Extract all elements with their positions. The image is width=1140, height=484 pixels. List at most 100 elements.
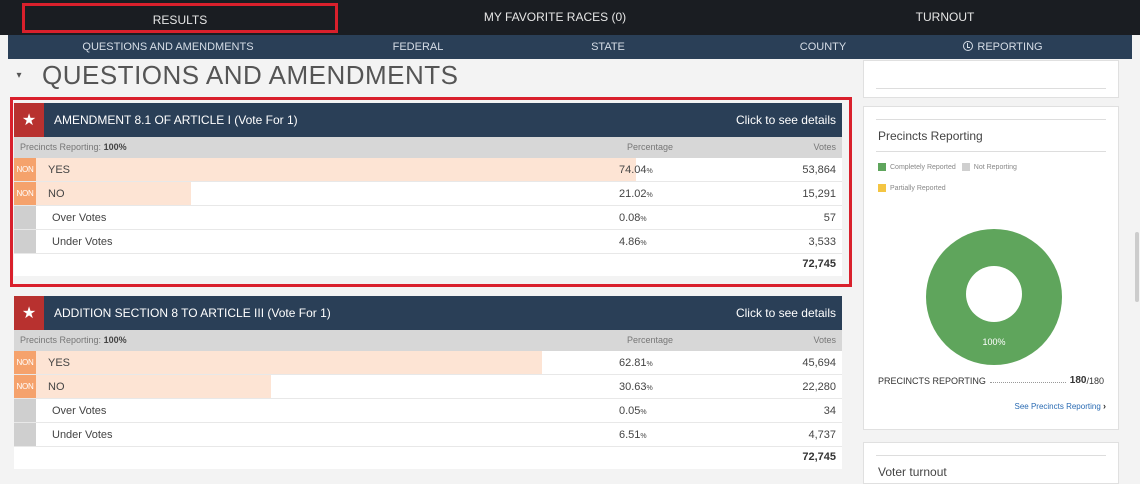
see-details-link[interactable]: Click to see details (736, 113, 842, 127)
choice-votes: 15,291 (802, 188, 836, 200)
reporting-count: 180 (1069, 375, 1087, 386)
result-row: NON YES 62.81% 45,694 (14, 351, 842, 375)
legend: Completely Reported Not Reporting (878, 163, 1017, 171)
party-badge (14, 206, 36, 229)
precincts-value: 100% (103, 142, 127, 152)
see-details-link[interactable]: Click to see details (736, 306, 842, 320)
choice-votes: 3,533 (808, 236, 836, 248)
party-badge: NON (14, 351, 36, 374)
result-bar (14, 182, 191, 205)
race-subheader: Precincts Reporting: 100% Percentage Vot… (14, 330, 842, 351)
tab-turnout[interactable]: TURNOUT (770, 0, 1120, 35)
choice-percentage: 62.81% (619, 357, 653, 369)
votes-header: Votes (813, 142, 836, 152)
favorite-star-icon[interactable]: ★ (14, 296, 44, 330)
section-title: QUESTIONS AND AMENDMENTS (42, 59, 459, 90)
result-row: Over Votes 0.08% 57 (14, 206, 842, 230)
race-name: AMENDMENT 8.1 OF ARTICLE I (Vote For 1) (54, 113, 298, 127)
choice-votes: 34 (823, 405, 836, 417)
sidebar-top-panel (863, 60, 1119, 98)
choice-label: Under Votes (52, 429, 113, 441)
precincts-label: Precincts Reporting: (20, 335, 102, 345)
party-badge: NON (14, 158, 36, 181)
choice-percentage: 0.05% (619, 405, 647, 417)
choice-votes: 4,737 (808, 429, 836, 441)
tab-favorite-races[interactable]: MY FAVORITE RACES (0) (355, 0, 755, 35)
choice-percentage: 4.86% (619, 236, 647, 248)
precincts-reporting-line: PRECINCTS REPORTING 180/180 (878, 375, 1104, 386)
race-name: ADDITION SECTION 8 TO ARTICLE III (Vote … (54, 306, 331, 320)
tab-results[interactable]: RESULTS (22, 3, 338, 33)
legend-complete-swatch (878, 163, 886, 171)
precincts-panel: Precincts Reporting Completely Reported … (863, 106, 1119, 430)
subnav-reporting[interactable]: REPORTING (928, 35, 1078, 59)
subnav-county[interactable]: COUNTY (758, 35, 888, 59)
race-card: ★ AMENDMENT 8.1 OF ARTICLE I (Vote For 1… (14, 103, 842, 276)
result-bar (14, 158, 636, 181)
choice-percentage: 0.08% (619, 212, 647, 224)
turnout-panel: Voter turnout (863, 442, 1119, 484)
result-row: Under Votes 6.51% 4,737 (14, 423, 842, 447)
result-row: NON NO 21.02% 15,291 (14, 182, 842, 206)
choice-label: Over Votes (52, 405, 107, 417)
choice-percentage: 6.51% (619, 429, 647, 441)
legend-not: Not Reporting (973, 163, 1017, 171)
choice-label: NO (48, 188, 65, 200)
turnout-title: Voter turnout (878, 465, 947, 479)
divider (876, 88, 1106, 89)
percentage-header: Percentage (627, 142, 674, 152)
chevron-right-icon: › (1103, 401, 1106, 411)
race-subheader: Precincts Reporting: 100% Percentage Vot… (14, 137, 842, 158)
collapse-caret-icon[interactable]: ▾ (10, 70, 28, 81)
donut-label: 100% (982, 337, 1006, 347)
choice-label: YES (48, 357, 71, 369)
legend-complete: Completely Reported (890, 163, 956, 171)
subnav-reporting-label: REPORTING (977, 41, 1043, 53)
choice-label: NO (48, 381, 65, 393)
legend-not-swatch (961, 163, 970, 171)
legend-partial-swatch (878, 184, 886, 192)
choice-votes: 57 (823, 212, 836, 224)
total-votes: 72,745 (802, 451, 836, 463)
top-nav: RESULTS MY FAVORITE RACES (0) TURNOUT (0, 0, 1140, 35)
result-bar (14, 351, 542, 374)
result-row: NON YES 74.04% 53,864 (14, 158, 842, 182)
party-badge (14, 423, 36, 446)
race-card: ★ ADDITION SECTION 8 TO ARTICLE III (Vot… (14, 296, 842, 469)
choice-label: Over Votes (52, 212, 107, 224)
votes-header: Votes (813, 335, 836, 345)
precincts-label: Precincts Reporting: (20, 142, 102, 152)
party-badge (14, 230, 36, 253)
choice-votes: 45,694 (802, 357, 836, 369)
result-row: NON NO 30.63% 22,280 (14, 375, 842, 399)
clock-icon (963, 41, 974, 51)
choice-percentage: 74.04% (619, 164, 653, 176)
subnav-state[interactable]: STATE (538, 35, 678, 59)
total-votes: 72,745 (802, 258, 836, 270)
legend-partial: Partially Reported (890, 184, 946, 192)
sub-nav: QUESTIONS AND AMENDMENTS FEDERAL STATE C… (8, 35, 1132, 59)
race-total: 72,745 (14, 447, 842, 469)
divider (876, 455, 1106, 456)
party-badge: NON (14, 182, 36, 205)
choice-label: YES (48, 164, 71, 176)
choice-percentage: 21.02% (619, 188, 653, 200)
divider (876, 151, 1106, 152)
choice-percentage: 30.63% (619, 381, 653, 393)
precincts-value: 100% (103, 335, 127, 345)
precincts-panel-title: Precincts Reporting (878, 129, 983, 143)
see-precincts-link[interactable]: See Precincts Reporting › (1015, 401, 1107, 411)
race-header: ★ ADDITION SECTION 8 TO ARTICLE III (Vot… (14, 296, 842, 330)
scrollbar[interactable] (1135, 232, 1139, 302)
reporting-label: PRECINCTS REPORTING (878, 376, 986, 386)
race-total: 72,745 (14, 254, 842, 276)
choice-votes: 53,864 (802, 164, 836, 176)
legend: Partially Reported (878, 184, 946, 192)
favorite-star-icon[interactable]: ★ (14, 103, 44, 137)
subnav-federal[interactable]: FEDERAL (353, 35, 483, 59)
choice-votes: 22,280 (802, 381, 836, 393)
choice-label: Under Votes (52, 236, 113, 248)
race-header: ★ AMENDMENT 8.1 OF ARTICLE I (Vote For 1… (14, 103, 842, 137)
subnav-questions[interactable]: QUESTIONS AND AMENDMENTS (48, 35, 288, 59)
result-row: Over Votes 0.05% 34 (14, 399, 842, 423)
